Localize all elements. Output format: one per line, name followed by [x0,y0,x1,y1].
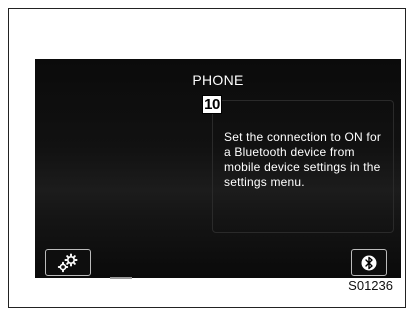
settings-button[interactable] [45,249,91,276]
phone-screen: PHONE Set the connection to ON for a Blu… [35,59,401,279]
bluetooth-icon [361,255,377,270]
figure-code: S01236 [348,278,393,293]
gears-icon [57,253,78,272]
screen-title: PHONE [192,72,244,88]
bluetooth-button[interactable] [351,249,387,276]
message-panel: Set the connection to ON for a Bluetooth… [212,100,394,233]
page-indicator [110,277,132,279]
callout-number: 10 [202,95,222,114]
bluetooth-message: Set the connection to ON for a Bluetooth… [224,130,382,189]
figure-frame: PHONE Set the connection to ON for a Blu… [8,8,406,308]
